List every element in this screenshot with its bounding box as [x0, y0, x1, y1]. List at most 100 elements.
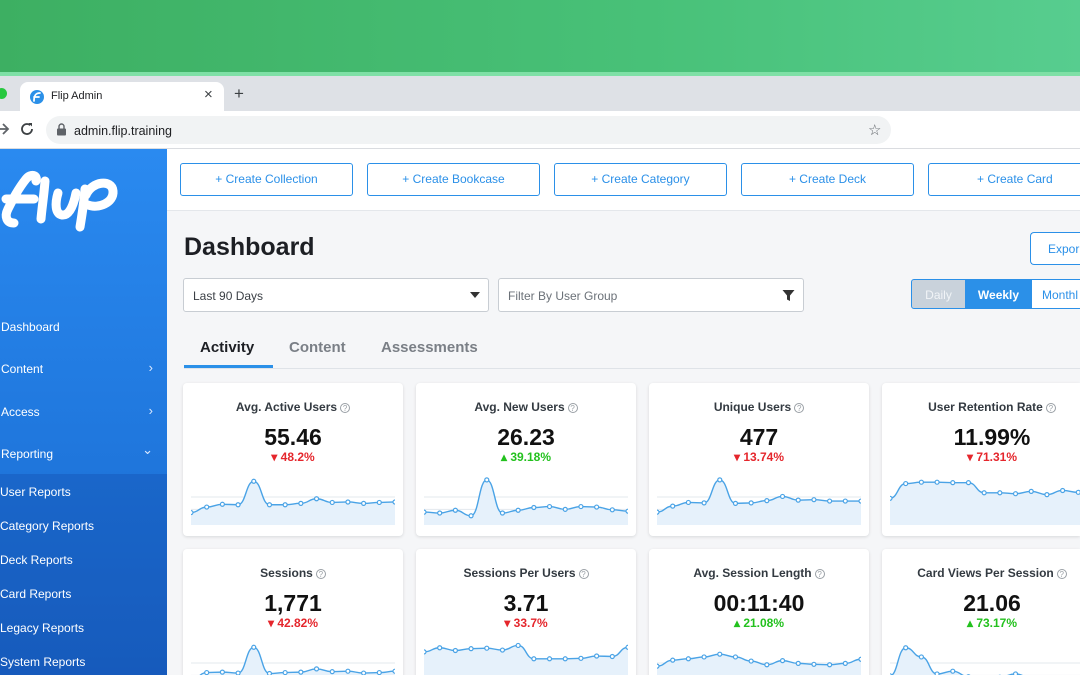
- card-value: 21.06: [963, 590, 1021, 616]
- address-bar[interactable]: admin.flip.training ☆: [46, 116, 891, 144]
- url-text: admin.flip.training: [74, 124, 172, 138]
- reload-icon[interactable]: [18, 120, 36, 138]
- sparkline-point: [531, 656, 537, 662]
- date-range-value: Last 90 Days: [193, 289, 264, 303]
- sparkline-point: [562, 656, 568, 662]
- sparkline-point: [685, 499, 691, 506]
- create-collection-button[interactable]: + Create Collection: [180, 163, 353, 196]
- card-title: User Retention Rate?: [882, 400, 1080, 414]
- caret-down-icon: [470, 292, 480, 298]
- sparkline-point: [827, 498, 833, 504]
- chevron-right-icon: ›: [148, 403, 153, 418]
- sparkline-point: [827, 662, 833, 668]
- window-zoom-button[interactable]: [0, 88, 7, 99]
- metric-card-sessions[interactable]: Sessions? 1,771 ▾ 42.82%: [183, 549, 403, 675]
- sparkline-point: [858, 498, 861, 504]
- sidebar-item-content[interactable]: Content ›: [0, 351, 167, 387]
- sparkline-point: [313, 496, 320, 502]
- help-icon[interactable]: ?: [567, 403, 578, 413]
- page-title: Dashboard: [184, 233, 315, 261]
- sparkline-point: [795, 497, 801, 503]
- sidebar-item-card-reports[interactable]: Card Reports: [0, 583, 167, 605]
- tab-content[interactable]: Content: [289, 339, 346, 356]
- help-icon[interactable]: ?: [578, 569, 589, 579]
- sparkline-point: [842, 660, 848, 666]
- sparkline-point: [191, 509, 194, 516]
- sparkline-point: [546, 656, 553, 662]
- sparkline-point: [578, 655, 584, 661]
- metric-card-card-views[interactable]: Card Views Per Session? 21.06 ▴ 73.17%: [882, 549, 1080, 675]
- sparkline: [191, 478, 395, 525]
- tab-title: Flip Admin: [51, 90, 103, 102]
- help-icon[interactable]: ?: [340, 403, 351, 413]
- sparkline-point: [965, 480, 972, 486]
- card-title: Unique Users?: [649, 400, 869, 414]
- help-icon[interactable]: ?: [1056, 569, 1067, 579]
- tab-activity[interactable]: Activity: [200, 339, 254, 356]
- sparkline-point: [625, 644, 628, 650]
- period-daily-button[interactable]: Daily: [911, 279, 966, 309]
- filter-icon: [782, 290, 795, 301]
- metric-card-unique-users[interactable]: Unique Users? 477 ▾ 13.74%: [649, 383, 869, 536]
- sparkline-point: [795, 660, 801, 666]
- tab-assessments[interactable]: Assessments: [381, 339, 478, 356]
- sparkline-point: [764, 498, 770, 504]
- create-card-button[interactable]: + Create Card: [928, 163, 1080, 196]
- sidebar-item-access[interactable]: Access ›: [0, 394, 167, 430]
- metric-card-retention-rate[interactable]: User Retention Rate? 11.99% ▾ 71.31%: [882, 383, 1080, 536]
- metric-card-new-users[interactable]: Avg. New Users? 26.23 ▴ 39.18%: [416, 383, 636, 536]
- period-monthly-button[interactable]: Monthl: [1031, 279, 1080, 309]
- help-icon[interactable]: ?: [814, 569, 825, 579]
- sidebar-item-reporting[interactable]: Reporting ⌄: [0, 436, 167, 472]
- plus-icon[interactable]: +: [234, 85, 244, 102]
- flip-logo[interactable]: flip: [0, 159, 124, 233]
- sidebar-item-dashboard[interactable]: Dashboard: [0, 309, 167, 345]
- help-icon[interactable]: ?: [315, 569, 326, 579]
- user-group-filter[interactable]: Filter By User Group: [498, 278, 804, 312]
- forward-icon[interactable]: [0, 120, 11, 138]
- sparkline-point: [345, 668, 351, 674]
- create-bookcase-button[interactable]: + Create Bookcase: [367, 163, 540, 196]
- sparkline-point: [732, 500, 739, 506]
- sidebar-item-system-reports[interactable]: System Reports: [0, 651, 167, 673]
- sparkline-point: [298, 669, 304, 675]
- card-value: 1,771: [264, 590, 322, 616]
- sparkline-point: [779, 658, 786, 664]
- date-range-select[interactable]: Last 90 Days: [183, 278, 489, 312]
- card-title: Avg. Active Users?: [183, 400, 403, 414]
- sparkline: [890, 479, 1080, 525]
- sparkline-point: [515, 507, 521, 513]
- card-title: Sessions Per Users?: [416, 566, 636, 580]
- close-icon[interactable]: ×: [204, 87, 213, 103]
- sparkline-point: [298, 500, 304, 506]
- browser-tab[interactable]: Flip Admin ×: [20, 82, 224, 111]
- sidebar-item-category-reports[interactable]: Category Reports: [0, 515, 167, 537]
- sparkline-point: [903, 480, 909, 487]
- card-change: ▾ 13.74%: [733, 450, 785, 464]
- sidebar-item-label: Reporting: [1, 447, 54, 461]
- metric-card-sessions-per-user[interactable]: Sessions Per Users? 3.71 ▾ 33.7%: [416, 549, 636, 675]
- browser-tabstrip: Flip Admin × +: [0, 76, 1080, 111]
- metric-card-session-length[interactable]: Avg. Session Length? 00:11:40 ▴ 21.08%: [649, 549, 869, 675]
- sparkline-point: [546, 503, 553, 510]
- export-button[interactable]: Expor: [1030, 232, 1080, 265]
- help-icon[interactable]: ?: [794, 403, 805, 413]
- sidebar-item-legacy-reports[interactable]: Legacy Reports: [0, 617, 167, 639]
- sidebar-item-label: Category Reports: [0, 519, 95, 533]
- sidebar-item-user-reports[interactable]: User Reports: [0, 481, 167, 503]
- action-bar: + Create Collection + Create Bookcase + …: [167, 149, 1080, 211]
- sparkline-point: [266, 502, 273, 508]
- create-deck-button[interactable]: + Create Deck: [741, 163, 914, 196]
- help-icon[interactable]: ?: [1045, 403, 1056, 413]
- create-category-button[interactable]: + Create Category: [554, 163, 727, 196]
- star-icon[interactable]: ☆: [868, 121, 881, 139]
- sidebar-item-deck-reports[interactable]: Deck Reports: [0, 549, 167, 571]
- sparkline-point: [1012, 491, 1019, 497]
- metric-card-active-users[interactable]: Avg. Active Users? 55.46 ▾ 48.2%: [183, 383, 403, 536]
- sparkline-point: [452, 507, 458, 513]
- sparkline-area: [890, 482, 1080, 525]
- sparkline-point: [748, 658, 754, 664]
- sparkline: [657, 651, 861, 675]
- user-group-placeholder: Filter By User Group: [508, 289, 618, 303]
- period-weekly-button[interactable]: Weekly: [965, 279, 1032, 309]
